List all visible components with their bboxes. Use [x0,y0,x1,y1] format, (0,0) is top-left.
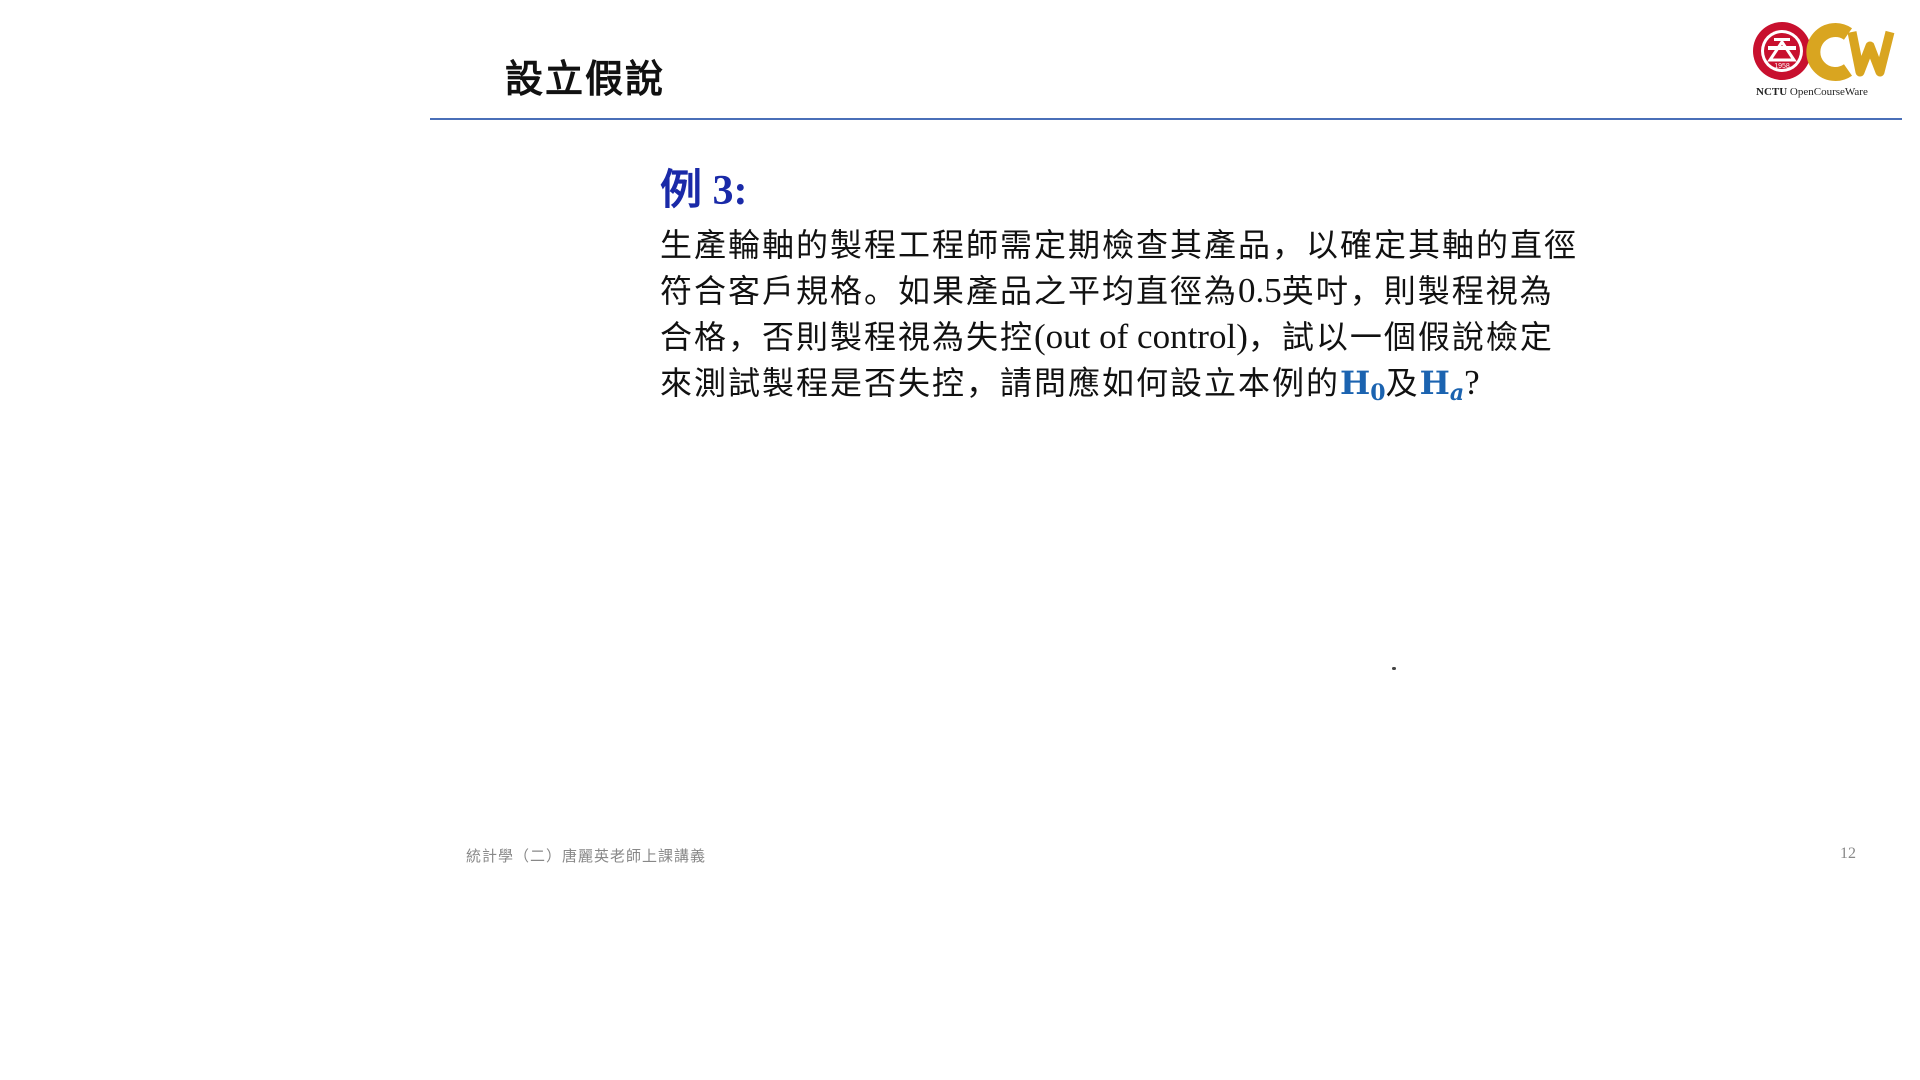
slide: 設立假說 1958 NCTU OpenCourseWare 例 3: 生產輪軸的… [0,0,1920,1080]
question-mark: ? [1464,363,1480,402]
title-divider [430,118,1902,120]
body-line-2: 符合客戶規格。如果產品之平均直徑為0.5英吋，則製程視為 [660,268,1710,314]
null-hypothesis-symbol: H0 [1340,364,1386,406]
cursor-mark [1392,667,1396,670]
slide-title: 設立假說 [505,57,666,101]
example-body: 生產輪軸的製程工程師需定期檢查其產品，以確定其軸的直徑 符合客戶規格。如果產品之… [660,222,1710,416]
ha-subscript: a [1449,380,1465,406]
body-line-2-text-a: 符合客戶規格。如果產品之平均直徑為 [660,272,1239,310]
nctu-ocw-logo: 1958 NCTU OpenCourseWare [1752,20,1908,104]
logo-caption-bold: NCTU [1756,86,1788,98]
logo-caption: NCTU OpenCourseWare [1756,86,1916,98]
body-line-2-text-b: 英吋，則製程視為 [1281,272,1554,310]
example-heading: 例 3: [660,168,748,214]
page-number: 12 [1840,845,1856,862]
out-of-control-text: (out of control) [1034,317,1248,356]
body-line-4-text: 來測試製程是否失控，請問應如何設立本例的 [660,364,1341,402]
body-line-3-text-a: 合格，否則製程視為失控 [660,318,1035,356]
body-line-1: 生產輪軸的製程工程師需定期檢查其產品，以確定其軸的直徑 [660,226,1579,264]
body-line-4: 來測試製程是否失控，請問應如何設立本例的H0及Ha? [660,360,1710,416]
ha-base: H [1419,364,1450,402]
h0-base: H [1340,364,1371,402]
alternative-hypothesis-symbol: Ha [1419,364,1465,406]
logo-caption-rest: OpenCourseWare [1789,86,1868,98]
footer-course-text: 統計學（二）唐麗英老師上課講義 [466,847,707,865]
body-line-3: 合格，否則製程視為失控(out of control)，試以一個假說檢定 [660,314,1710,360]
diameter-value: 0.5 [1238,271,1282,310]
svg-text:1958: 1958 [1774,63,1790,70]
ocw-logo-icon: 1958 [1753,22,1895,81]
h0-subscript: 0 [1370,380,1386,406]
connector-text: 及 [1385,364,1420,402]
body-line-3-text-b: ，試以一個假說檢定 [1247,318,1554,356]
